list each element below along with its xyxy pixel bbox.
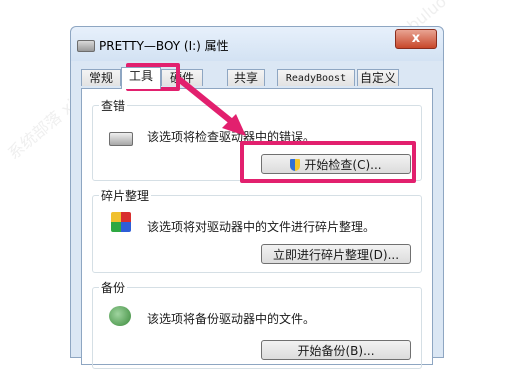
annotation-arrow <box>177 77 246 136</box>
tab-tools[interactable]: 工具 <box>121 67 161 89</box>
